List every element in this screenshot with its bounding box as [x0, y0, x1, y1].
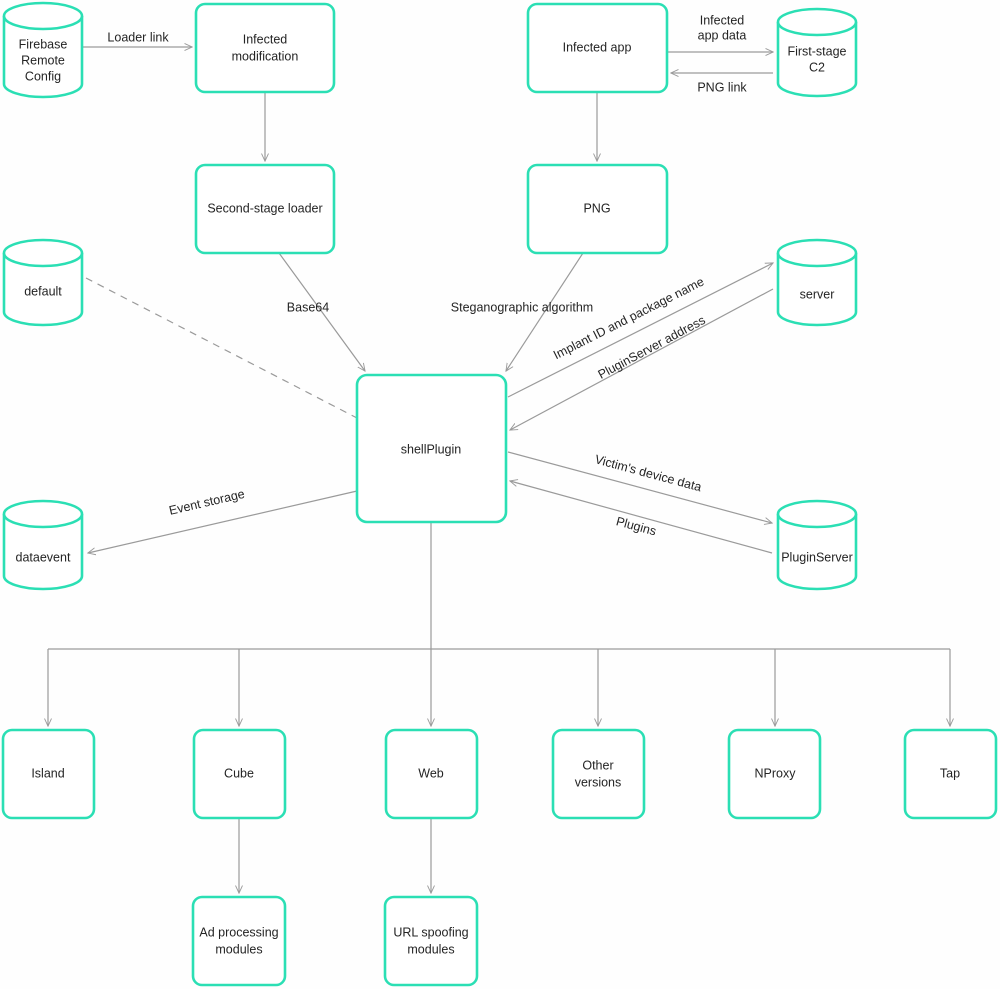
- node-label-default-db: default: [24, 284, 62, 298]
- node-png[interactable]: PNG: [526, 163, 669, 255]
- diagram-canvas: Loader link Infected app data PNG link B…: [0, 0, 1000, 989]
- edge-png-link: PNG link: [671, 73, 773, 94]
- edge-victims-device-data: Victim's device data: [507, 451, 772, 523]
- node-default-db[interactable]: default: [2, 238, 84, 327]
- node-url-spoofing-modules[interactable]: URL spoofing modules: [383, 895, 479, 987]
- node-first-stage-c2[interactable]: First-stage C2: [776, 7, 858, 98]
- node-ad-processing-modules[interactable]: Ad processing modules: [191, 895, 287, 987]
- edge-label-implant-id-and-package-name: Implant ID and package name: [551, 275, 706, 363]
- node-label-tap: Tap: [940, 766, 960, 780]
- node-shell-plugin[interactable]: shellPlugin: [355, 373, 508, 524]
- node-nproxy[interactable]: NProxy: [727, 728, 822, 820]
- node-web[interactable]: Web: [384, 728, 479, 820]
- node-label-ad-processing-modules-line2: modules: [215, 942, 262, 956]
- node-second-stage-loader[interactable]: Second-stage loader: [194, 163, 336, 255]
- node-label-dataevent-db: dataevent: [16, 550, 71, 564]
- node-label-url-spoofing-modules-line1: URL spoofing: [393, 925, 468, 939]
- node-label-png: PNG: [583, 201, 610, 215]
- node-label-infected-modification-line2: modification: [232, 49, 299, 63]
- node-label-second-stage-loader: Second-stage loader: [207, 201, 322, 215]
- node-label-firebase-line2: Remote: [21, 53, 65, 67]
- node-label-firebase-line3: Config: [25, 69, 61, 83]
- node-label-other-versions-line2: versions: [575, 775, 622, 789]
- node-label-plugin-server-db: PluginServer: [781, 550, 853, 564]
- node-cube[interactable]: Cube: [192, 728, 287, 820]
- node-infected-app[interactable]: Infected app: [526, 2, 669, 94]
- node-label-infected-app: Infected app: [563, 40, 632, 54]
- edge-event-storage: Event storage: [88, 487, 358, 553]
- node-label-server-db: server: [800, 287, 835, 301]
- node-label-firebase-line1: Firebase: [19, 37, 68, 51]
- edge-label-infected-app-data-line2: app data: [698, 28, 747, 42]
- node-dataevent-db[interactable]: dataevent: [2, 499, 84, 591]
- node-island[interactable]: Island: [1, 728, 96, 820]
- node-label-other-versions-line1: Other: [582, 758, 613, 772]
- edge-base64: Base64: [278, 252, 365, 371]
- edge-label-plugins: Plugins: [615, 514, 658, 538]
- node-label-url-spoofing-modules-line2: modules: [407, 942, 454, 956]
- node-label-ad-processing-modules-line1: Ad processing: [199, 925, 278, 939]
- node-label-shell-plugin: shellPlugin: [401, 442, 462, 456]
- node-other-versions[interactable]: Other versions: [551, 728, 646, 820]
- edge-label-victims-device-data: Victim's device data: [593, 452, 703, 494]
- edge-label-steganographic-algorithm: Steganographic algorithm: [451, 300, 593, 314]
- node-label-cube: Cube: [224, 766, 254, 780]
- node-server-db[interactable]: server: [776, 238, 858, 327]
- node-label-first-stage-c2-line1: First-stage: [787, 44, 846, 58]
- node-label-first-stage-c2-line2: C2: [809, 60, 825, 74]
- edge-label-infected-app-data-line1: Infected: [700, 13, 745, 27]
- node-tap[interactable]: Tap: [903, 728, 998, 820]
- edge-label-png-link: PNG link: [697, 80, 747, 94]
- node-label-nproxy: NProxy: [755, 766, 797, 780]
- edge-label-base64: Base64: [287, 300, 329, 314]
- edge-label-loader-link: Loader link: [107, 30, 169, 44]
- edge-loader-link: Loader link: [83, 30, 192, 47]
- edge-implant-id-and-package-name: Implant ID and package name: [507, 263, 773, 398]
- edge-label-event-storage: Event storage: [168, 487, 246, 518]
- node-firebase-remote-config[interactable]: Firebase Remote Config: [2, 1, 84, 99]
- edge-plugins: Plugins: [510, 481, 773, 554]
- edge-default-to-shellplugin: [85, 277, 358, 419]
- node-label-infected-modification-line1: Infected: [243, 32, 288, 46]
- node-infected-modification[interactable]: Infected modification: [194, 2, 336, 94]
- node-plugin-server-db[interactable]: PluginServer: [776, 499, 858, 591]
- node-label-island: Island: [31, 766, 64, 780]
- node-label-web: Web: [418, 766, 444, 780]
- diagram-svg: Loader link Infected app data PNG link B…: [1, 1, 998, 987]
- edge-infected-app-data: Infected app data: [667, 13, 773, 52]
